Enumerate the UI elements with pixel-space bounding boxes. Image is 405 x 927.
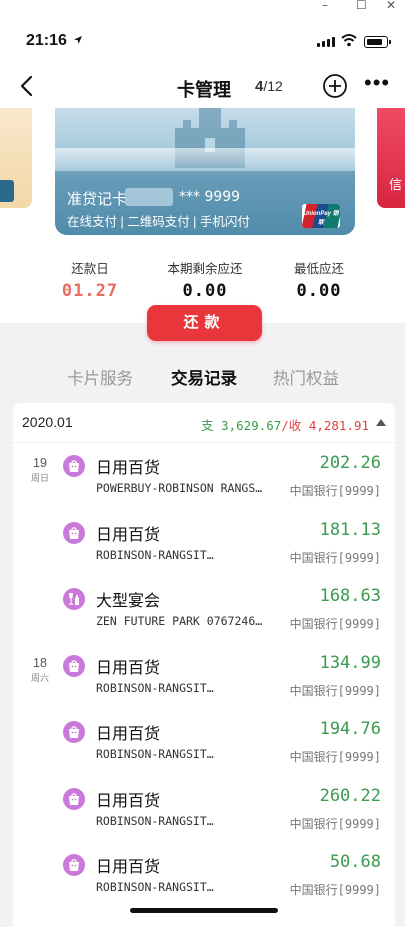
transaction-row[interactable]: 18 周六 日用百货 ROBINSON-RANGSIT… 134.99 中国银行[9999… [13,643,395,709]
transaction-amount: 194.76 [319,719,381,739]
maximize-button[interactable]: ☐ [356,0,367,12]
wine-glass-icon [63,588,85,610]
cellular-signal-icon [317,37,335,47]
minimum-due-stat: 最低应还 0.00 [293,262,344,301]
section-tabs: 卡片服务 交易记录 热门权益 [0,355,405,395]
merchant-category: 日用百货 [96,460,161,477]
month-totals: 支 3,629.67/收 4,281.91 [201,418,370,433]
transaction-amount: 134.99 [319,652,381,673]
transaction-day [29,855,51,856]
next-card[interactable]: 信 [377,108,405,208]
merchant-category: 日用百货 [96,526,161,544]
transaction-day [29,722,51,723]
transaction-amount: 202.26 [319,453,381,473]
current-card[interactable]: 准贷记卡 *** 9999 在线支付 | 二维码支付 | 手机闪付 UnionP… [55,108,355,235]
home-indicator[interactable] [130,908,278,913]
bank-account: 中国银行[9999] [289,683,381,698]
card-number: *** 9999 [179,189,241,205]
bank-account: 中国银行[9999] [289,484,381,498]
shopping-bag-icon [63,721,85,743]
transaction-day [29,589,51,590]
transactions-panel: 2020.01 支 3,629.67/收 4,281.91 19 周日 日用百货 PO… [13,403,395,927]
merchant-description: ROBINSON-RANGSIT… [96,680,214,695]
due-date-stat: 还款日 01.27 [61,262,119,301]
card-name: 准贷记卡 [67,191,128,208]
page-title: 卡管理 [177,80,231,100]
transaction-day [29,789,51,790]
tab-card-services[interactable]: 卡片服务 [67,365,133,389]
merchant-category: 大型宴会 [96,593,161,610]
shopping-bag-icon [63,654,85,677]
card-carousel: 准贷记卡 *** 9999 在线支付 | 二维码支付 | 手机闪付 UnionP… [0,108,405,341]
merchant-description: ROBINSON-RANGSIT… [96,547,214,562]
merchant-category: 日用百货 [96,792,161,810]
merchant-category: 日用百货 [96,659,161,677]
transaction-amount: 260.22 [319,785,381,806]
transaction-amount: 50.68 [329,852,381,872]
more-options-icon[interactable]: ••• [364,72,392,99]
card-name-redaction [125,188,173,206]
transaction-row[interactable]: 日用百货 ROBINSON-RANGSIT… 50.68 中国银行[9999] [13,842,395,908]
card-features: 在线支付 | 二维码支付 | 手机闪付 [67,215,250,229]
close-window-button[interactable]: ✕ [386,0,396,12]
transaction-row[interactable]: 日用百货 ROBINSON-RANGSIT… 181.13 中国银行[9999] [13,510,395,576]
transaction-day [29,523,51,524]
minimize-button[interactable]: – [322,0,328,12]
merchant-description: ROBINSON-RANGSIT… [96,880,214,894]
transaction-row[interactable]: 日用百货 ROBINSON-RANGSIT… 260.22 中国银行[9999] [13,776,395,842]
transaction-row[interactable]: 19 周日 日用百货 POWERBUY-ROBINSON RANGS… 202.26 中国… [13,443,395,509]
transaction-day: 18 周六 [30,655,49,683]
unionpay-logo: UnionPay 银联 [302,204,340,228]
bank-account: 中国银行[9999] [289,550,381,565]
transaction-amount: 168.63 [319,586,381,606]
transaction-day: 19 周日 [30,456,49,483]
bank-account: 中国银行[9999] [289,750,381,764]
shopping-bag-icon [63,521,85,544]
collapse-caret-icon[interactable] [376,419,386,426]
bank-account: 中国银行[9999] [289,883,381,897]
merchant-description: ROBINSON-RANGSIT… [96,813,214,828]
remaining-due-stat: 本期剩余应还 0.00 [167,262,243,301]
previous-card[interactable] [0,108,32,208]
tab-benefits[interactable]: 热门权益 [273,365,339,389]
battery-icon [364,36,391,48]
back-arrow-icon[interactable] [14,72,42,100]
merchant-category: 日用百货 [96,726,161,743]
nav-bar: 卡管理 4/12 ••• [0,66,405,108]
shopping-bag-icon [63,455,85,477]
month-label: 2020.01 [22,414,73,430]
shopping-bag-icon [63,787,85,810]
tab-transactions[interactable]: 交易记录 [171,365,237,389]
status-bar: 21:16 [0,14,405,66]
window-titlebar: – ☐ ✕ [0,0,405,14]
bank-account: 中国银行[9999] [289,617,381,631]
transaction-row[interactable]: 日用百货 ROBINSON-RANGSIT… 194.76 中国银行[9999] [13,709,395,775]
repay-button[interactable]: 还款 [147,305,262,341]
merchant-description: POWERBUY-ROBINSON RANGS… [96,481,263,495]
transaction-amount: 181.13 [319,519,381,540]
merchant-description: ROBINSON-RANGSIT… [96,747,214,761]
status-time: 21:16 [26,32,83,50]
merchant-description: ZEN FUTURE PARK 0767246… [96,614,263,628]
wifi-icon [341,34,357,47]
merchant-category: 日用百货 [96,859,161,876]
add-card-icon[interactable] [322,73,348,99]
transaction-row[interactable]: 大型宴会 ZEN FUTURE PARK 0767246… 168.63 中国银行[9… [13,576,395,642]
shopping-bag-icon [63,854,85,876]
bank-account: 中国银行[9999] [289,816,381,831]
card-pager: 4/12 [255,78,283,95]
location-arrow-icon [74,36,83,44]
